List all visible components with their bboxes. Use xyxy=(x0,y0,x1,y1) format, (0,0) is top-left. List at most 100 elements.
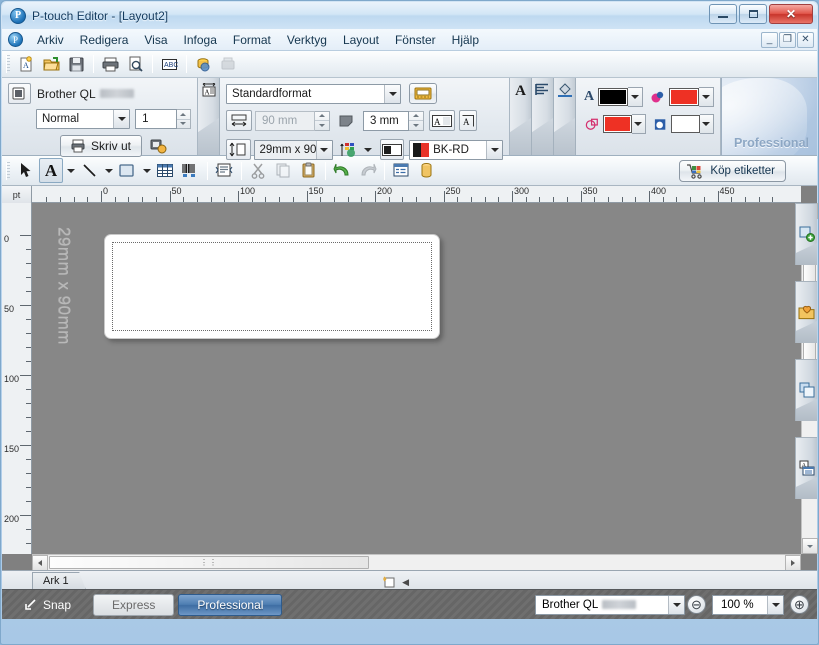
copies-input[interactable]: 1 xyxy=(135,109,177,129)
layout-band-tab[interactable] xyxy=(532,78,554,155)
side-tab-favorites[interactable] xyxy=(795,281,817,343)
media-size-select[interactable]: 29mm x 90m xyxy=(253,139,333,160)
mode-professional[interactable]: Professional xyxy=(178,593,283,616)
margin-icon[interactable] xyxy=(335,109,359,132)
menu-infoga[interactable]: Infoga xyxy=(176,31,225,49)
zoom-in-button[interactable]: ⊕ xyxy=(790,595,809,614)
toolbar-grip[interactable] xyxy=(6,55,10,73)
menu-redigera[interactable]: Redigera xyxy=(72,31,137,49)
label-object[interactable] xyxy=(104,234,440,339)
horizontal-scroll-thumb[interactable]: ⋮⋮ xyxy=(49,556,369,569)
maximize-button[interactable] xyxy=(739,4,767,24)
margin-input[interactable]: 3 mm xyxy=(363,110,409,131)
chevron-down-icon[interactable] xyxy=(668,595,684,614)
menu-hjalp[interactable]: Hjälp xyxy=(444,31,487,49)
text-band-tab[interactable]: A xyxy=(510,78,532,155)
fill-color-dropdown[interactable] xyxy=(699,87,715,107)
orientation-a-icon[interactable]: A xyxy=(429,110,455,131)
redo-arrow-icon[interactable] xyxy=(355,158,379,183)
sheet-tab[interactable]: Ark 1 xyxy=(32,572,86,589)
table-grid-icon[interactable] xyxy=(153,158,177,183)
line-color-dropdown[interactable] xyxy=(631,114,646,134)
scroll-right-button[interactable] xyxy=(785,555,801,571)
mdi-restore-button[interactable]: ❐ xyxy=(779,31,796,48)
contrast-icon[interactable] xyxy=(379,139,405,160)
label-length-stepper[interactable] xyxy=(315,110,330,131)
shape-tool-dropdown[interactable] xyxy=(140,158,153,183)
margin-down[interactable] xyxy=(409,121,423,130)
text-color-dropdown[interactable] xyxy=(628,87,644,107)
menu-visa[interactable]: Visa xyxy=(136,31,175,49)
copies-up[interactable] xyxy=(176,110,190,120)
side-tab-templates[interactable]: A xyxy=(795,437,817,499)
chevron-down-icon[interactable] xyxy=(384,84,400,103)
menu-format[interactable]: Format xyxy=(225,31,279,49)
chevron-down-icon[interactable] xyxy=(486,140,502,159)
zoom-out-button[interactable]: ⊖ xyxy=(687,595,706,614)
menu-verktyg[interactable]: Verktyg xyxy=(279,31,335,49)
draw-toolbar-grip[interactable] xyxy=(6,161,10,180)
text-tool-dropdown[interactable] xyxy=(64,158,77,183)
new-document-icon[interactable]: A xyxy=(14,53,38,76)
print-mode-select[interactable]: Normal xyxy=(36,109,131,129)
open-folder-icon[interactable] xyxy=(39,53,63,76)
copies-stepper[interactable] xyxy=(176,109,191,129)
close-button[interactable]: ✕ xyxy=(769,4,813,24)
template-select[interactable]: Standardformat xyxy=(226,83,401,104)
scroll-left-button[interactable] xyxy=(32,555,48,571)
format-band-tab[interactable]: A xyxy=(198,78,220,155)
label-preview-icon[interactable] xyxy=(409,83,437,104)
chevron-down-icon[interactable] xyxy=(315,140,332,159)
sheet-prev-icon[interactable]: ◀ xyxy=(402,577,409,588)
transfer-icon[interactable] xyxy=(216,53,240,76)
length-up[interactable] xyxy=(315,112,329,121)
mode-snap[interactable]: Snap xyxy=(6,594,89,616)
document-menu-icon[interactable]: P xyxy=(8,32,23,47)
menu-fonster[interactable]: Fönster xyxy=(387,31,444,49)
text-direction-icon[interactable]: A xyxy=(459,110,477,131)
margin-up[interactable] xyxy=(409,112,423,121)
menu-layout[interactable]: Layout xyxy=(335,31,387,49)
rectangle-icon[interactable] xyxy=(115,158,139,183)
line-tool-dropdown[interactable] xyxy=(102,158,115,183)
margin-stepper[interactable] xyxy=(409,110,424,131)
chevron-down-icon[interactable] xyxy=(767,595,783,614)
color-band-tab[interactable] xyxy=(554,78,576,155)
database-connect-icon[interactable] xyxy=(191,53,215,76)
mdi-minimize-button[interactable]: _ xyxy=(761,31,778,48)
horizontal-scrollbar[interactable]: ⋮⋮ xyxy=(32,554,801,571)
print-options-icon[interactable] xyxy=(146,134,170,157)
print-button[interactable]: Skriv ut xyxy=(60,134,142,157)
printer-icon[interactable] xyxy=(98,53,122,76)
length-down[interactable] xyxy=(315,121,329,130)
label-length-input[interactable]: 90 mm xyxy=(255,110,315,131)
line-icon[interactable] xyxy=(77,158,101,183)
scissors-icon[interactable] xyxy=(246,158,270,183)
copies-down[interactable] xyxy=(177,120,190,129)
minimize-button[interactable] xyxy=(709,4,737,24)
abc-icon[interactable]: ABC xyxy=(157,53,181,76)
mdi-close-button[interactable]: ✕ xyxy=(797,31,814,48)
side-tab-new-object[interactable] xyxy=(795,203,817,265)
barcode-icon[interactable] xyxy=(178,158,202,183)
label-canvas[interactable]: 29mm x 90mm xyxy=(32,203,801,554)
zoom-level-select[interactable]: 100 % xyxy=(712,594,784,615)
copy-pages-icon[interactable] xyxy=(271,158,295,183)
side-tab-layouts[interactable] xyxy=(795,359,817,421)
chevron-down-icon[interactable] xyxy=(113,110,130,128)
tape-color-select[interactable]: BK-RD xyxy=(409,139,503,160)
ruler-unit-box[interactable]: pt xyxy=(2,186,32,203)
preview-magnifier-icon[interactable] xyxy=(123,53,147,76)
mode-express[interactable]: Express xyxy=(93,593,175,616)
background-color-dropdown[interactable] xyxy=(699,114,714,134)
buy-labels-button[interactable]: Köp etiketter xyxy=(679,159,786,182)
floppy-disk-icon[interactable] xyxy=(64,53,88,76)
fill-color-swatch[interactable] xyxy=(669,88,700,106)
arrow-cursor-icon[interactable] xyxy=(14,158,38,183)
menu-arkiv[interactable]: Arkiv xyxy=(29,31,72,49)
printer-select[interactable]: Brother QL xyxy=(535,594,685,615)
text-a-icon[interactable]: A xyxy=(39,158,63,183)
background-color-swatch[interactable] xyxy=(671,115,700,133)
line-color-swatch[interactable] xyxy=(603,115,632,133)
text-color-swatch[interactable] xyxy=(598,88,629,106)
